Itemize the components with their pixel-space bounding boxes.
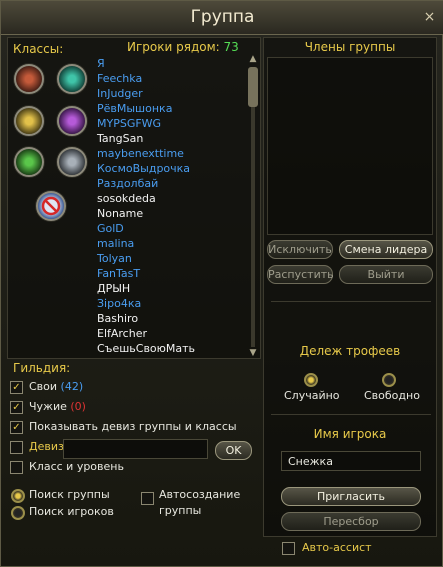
rogue-class-icon[interactable] (57, 147, 87, 177)
show-motto-checkbox[interactable]: ✓ (10, 421, 23, 434)
nearby-player-list: Я Feechka InJudger РёвМышонка MYPSGFWG TangSa… (97, 56, 247, 356)
mystic-class-icon[interactable] (57, 64, 87, 94)
ranger-class-icon[interactable] (14, 147, 44, 177)
player-name-label: Имя игрока (313, 427, 387, 441)
player-list-item[interactable]: malina (97, 236, 247, 251)
player-list-item[interactable]: Noname (97, 206, 247, 221)
player-list-item[interactable]: Я (97, 56, 247, 71)
player-list-item[interactable]: Bashiro (97, 311, 247, 326)
search-group-label: Поиск группы (29, 488, 110, 501)
necromancer-class-icon[interactable] (57, 106, 87, 136)
motto-label: Девиз (29, 440, 64, 453)
scroll-down-icon[interactable]: ▼ (247, 347, 259, 359)
guild-label: Гильдия: (13, 361, 71, 375)
foreign-guild-label: Чужие (0) (29, 400, 86, 413)
auto-assist-label: Авто-ассист (302, 541, 372, 554)
player-list-item[interactable]: FanTasT (97, 266, 247, 281)
motto-ok-button[interactable]: OK (215, 441, 252, 460)
player-list-item[interactable]: TangSan (97, 131, 247, 146)
player-list-scrollbar[interactable]: ▲ ▼ (247, 53, 259, 359)
loot-free-radio[interactable] (382, 373, 396, 387)
priest-class-icon[interactable] (14, 106, 44, 136)
class-level-label: Класс и уровень (29, 460, 124, 473)
change-leader-button[interactable]: Смена лидера (339, 240, 433, 259)
own-guild-count: (42) (60, 380, 84, 393)
members-list (267, 57, 433, 235)
auto-assist-checkbox[interactable] (282, 542, 295, 555)
player-list-item[interactable]: MYPSGFWG (97, 116, 247, 131)
autocreate-label-1: Автосоздание (159, 488, 241, 501)
player-list-item[interactable]: ElfArcher (97, 326, 247, 341)
player-list-item[interactable]: sosokdeda (97, 191, 247, 206)
group-window: Группа × Классы: Игроки рядом: 73 Я Feech… (0, 0, 443, 567)
own-guild-label: Свои (42) (29, 380, 83, 393)
motto-checkbox[interactable] (10, 441, 23, 454)
loot-free-label: Свободно (364, 389, 420, 402)
player-list-item[interactable]: Tolyan (97, 251, 247, 266)
class-level-checkbox[interactable] (10, 461, 23, 474)
loot-random-radio[interactable] (304, 373, 318, 387)
player-list-item[interactable]: КосмоВыдрочка (97, 161, 247, 176)
scroll-track[interactable] (251, 67, 255, 347)
search-players-label: Поиск игроков (29, 505, 114, 518)
search-players-radio[interactable] (11, 506, 25, 520)
own-guild-checkbox[interactable]: ✓ (10, 381, 23, 394)
motto-input[interactable] (63, 439, 208, 459)
no-class-filter-icon[interactable] (36, 191, 66, 221)
player-list-item[interactable]: Feechka (97, 71, 247, 86)
player-list-item[interactable]: СъешьСвоюМать (97, 341, 247, 356)
scroll-up-icon[interactable]: ▲ (247, 53, 259, 65)
player-list-item[interactable]: InJudger (97, 86, 247, 101)
search-group-radio[interactable] (11, 489, 25, 503)
classes-label: Классы: (13, 42, 64, 56)
nearby-count: 73 (223, 40, 239, 54)
loot-separator (271, 301, 431, 302)
scroll-thumb[interactable] (248, 67, 258, 107)
show-motto-label: Показывать девиз группы и классы (29, 420, 237, 433)
autocreate-label-2: группы (159, 504, 202, 517)
foreign-guild-text: Чужие (29, 400, 67, 413)
loot-random-label: Случайно (284, 389, 340, 402)
reselect-button[interactable]: Пересбор (281, 512, 421, 531)
title-bar[interactable]: Группа × (1, 1, 443, 35)
nearby-players-label: Игроки рядом: 73 (127, 40, 239, 54)
own-guild-text: Свои (29, 380, 58, 393)
player-name-input[interactable]: Снежка (281, 451, 421, 471)
window-title: Группа (190, 7, 255, 27)
exclude-button[interactable]: Исключить (267, 240, 333, 259)
player-list-item[interactable]: GolD (97, 221, 247, 236)
player-list-item[interactable]: ДРЫН (97, 281, 247, 296)
prohibited-icon (41, 196, 61, 216)
warrior-class-icon[interactable] (14, 64, 44, 94)
player-list-item[interactable]: РёвМышонка (97, 101, 247, 116)
foreign-guild-checkbox[interactable]: ✓ (10, 401, 23, 414)
player-list-item[interactable]: Раздолбай (97, 176, 247, 191)
close-icon[interactable]: × (421, 9, 438, 26)
autocreate-group-checkbox[interactable] (141, 492, 154, 505)
disband-button[interactable]: Распустить (267, 265, 334, 284)
player-list-item[interactable]: maybenexttime (97, 146, 247, 161)
foreign-guild-count: (0) (70, 400, 86, 413)
nearby-label-text: Игроки рядом: (127, 40, 220, 54)
player-list-item[interactable]: Зіро4ка (97, 296, 247, 311)
members-label: Члены группы (304, 40, 396, 54)
invite-button[interactable]: Пригласить (281, 487, 421, 506)
invite-separator (271, 414, 431, 415)
leave-button[interactable]: Выйти (339, 265, 433, 284)
loot-label: Дележ трофеев (299, 344, 401, 358)
